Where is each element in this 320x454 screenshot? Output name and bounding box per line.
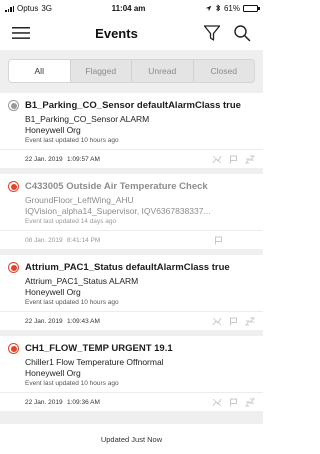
event-description: Chiller1 Flow Temperature Offnormal bbox=[25, 357, 164, 367]
event-actions bbox=[212, 317, 255, 326]
event-time: 8:41:14 PM bbox=[67, 236, 101, 244]
location-arrow-icon bbox=[205, 5, 212, 11]
app-header: Events bbox=[0, 16, 263, 50]
event-footer: 22 Jan. 2019 1:09:43 AM bbox=[0, 311, 263, 330]
bluetooth-icon bbox=[216, 4, 221, 12]
status-right: 61% bbox=[205, 3, 260, 13]
event-status-indicator bbox=[8, 100, 19, 111]
segmented-tabs: All Flagged Unread Closed bbox=[8, 59, 255, 83]
event-card-main: CH1_FLOW_TEMP URGENT 19.1 Chiller1 Flow … bbox=[0, 336, 263, 392]
event-title-row: C433005 Outside Air Temperature Check bbox=[8, 181, 255, 192]
phone-screen: Optus 3G 11:04 am 61% Events All Flagged… bbox=[0, 0, 263, 454]
event-footer: 22 Jan. 2019 1:09:57 AM bbox=[0, 149, 263, 168]
hamburger-menu-icon bbox=[12, 27, 30, 39]
carrier-name: Optus bbox=[17, 3, 39, 13]
event-status-dot bbox=[10, 264, 17, 271]
page-title: Events bbox=[95, 25, 138, 41]
event-last-updated: Event last updated 10 hours ago bbox=[25, 299, 119, 306]
event-body: B1_Parking_CO_Sensor ALARM Honeywell Org… bbox=[8, 114, 255, 145]
event-date: 08 Jan. 2019 bbox=[25, 236, 63, 244]
event-date: 22 Jan. 2019 bbox=[25, 155, 63, 163]
event-description: GroundFloor_LeftWing_AHU bbox=[25, 195, 134, 205]
event-status-dot bbox=[10, 102, 17, 109]
acknowledge-icon[interactable] bbox=[212, 398, 222, 407]
sleep-icon[interactable] bbox=[245, 398, 255, 407]
event-organization: Honeywell Org bbox=[25, 287, 81, 297]
event-last-updated: Event last updated 14 days ago bbox=[25, 218, 117, 225]
flag-icon[interactable] bbox=[229, 317, 238, 326]
status-bar: Optus 3G 11:04 am 61% bbox=[0, 0, 263, 16]
battery-percent: 61% bbox=[223, 3, 240, 13]
event-status-indicator bbox=[8, 262, 19, 273]
header-actions bbox=[199, 20, 255, 46]
filter-button[interactable] bbox=[199, 20, 225, 46]
tab-unread[interactable]: Unread bbox=[132, 60, 194, 82]
tab-bar-container: All Flagged Unread Closed bbox=[0, 50, 263, 93]
event-status-indicator bbox=[8, 181, 19, 192]
status-left: Optus 3G bbox=[5, 4, 52, 13]
acknowledge-icon[interactable] bbox=[212, 155, 222, 164]
flag-icon[interactable] bbox=[229, 155, 238, 164]
event-time: 1:09:57 AM bbox=[67, 155, 100, 163]
event-actions bbox=[214, 236, 223, 245]
event-title: CH1_FLOW_TEMP URGENT 19.1 bbox=[25, 343, 173, 354]
search-icon bbox=[234, 25, 251, 42]
acknowledge-icon[interactable] bbox=[212, 317, 222, 326]
event-status-indicator bbox=[8, 343, 19, 354]
event-time: 1:09:43 AM bbox=[67, 317, 100, 325]
event-card-main: B1_Parking_CO_Sensor defaultAlarmClass t… bbox=[0, 93, 263, 149]
event-organization: Honeywell Org bbox=[25, 125, 81, 135]
event-title-row: Attrium_PAC1_Status defaultAlarmClass tr… bbox=[8, 262, 255, 273]
event-last-updated: Event last updated 10 hours ago bbox=[25, 380, 119, 387]
flag-icon[interactable] bbox=[229, 398, 238, 407]
tab-closed[interactable]: Closed bbox=[194, 60, 255, 82]
event-description: Attrium_PAC1_Status ALARM bbox=[25, 276, 139, 286]
event-body: Attrium_PAC1_Status ALARM Honeywell Org … bbox=[8, 276, 255, 307]
event-actions bbox=[212, 398, 255, 407]
event-status-dot bbox=[10, 183, 17, 190]
refresh-status-bar: Updated Just Now bbox=[0, 424, 263, 454]
event-title: C433005 Outside Air Temperature Check bbox=[25, 181, 208, 192]
refresh-status-text: Updated Just Now bbox=[100, 434, 163, 444]
event-title: Attrium_PAC1_Status defaultAlarmClass tr… bbox=[25, 262, 230, 273]
event-title-row: B1_Parking_CO_Sensor defaultAlarmClass t… bbox=[8, 100, 255, 111]
event-date: 22 Jan. 2019 bbox=[25, 398, 63, 406]
event-date: 22 Jan. 2019 bbox=[25, 317, 63, 325]
sleep-icon[interactable] bbox=[245, 155, 255, 164]
menu-button[interactable] bbox=[8, 20, 34, 46]
event-card[interactable]: CH1_FLOW_TEMP URGENT 19.1 Chiller1 Flow … bbox=[0, 336, 263, 411]
event-list: B1_Parking_CO_Sensor defaultAlarmClass t… bbox=[0, 93, 263, 424]
event-actions bbox=[212, 155, 255, 164]
network-type: 3G bbox=[41, 3, 53, 13]
event-body: Chiller1 Flow Temperature Offnormal Hone… bbox=[8, 357, 255, 388]
event-card[interactable]: B1_Parking_CO_Sensor defaultAlarmClass t… bbox=[0, 93, 263, 168]
event-last-updated: Event last updated 10 hours ago bbox=[25, 137, 119, 144]
event-card-main: Attrium_PAC1_Status defaultAlarmClass tr… bbox=[0, 255, 263, 311]
event-organization: IQVision_alpha14_Supervisor, IQV63678383… bbox=[25, 206, 211, 216]
event-organization: Honeywell Org bbox=[25, 368, 81, 378]
battery-icon bbox=[243, 4, 260, 12]
sleep-icon[interactable] bbox=[245, 317, 255, 326]
event-card[interactable]: Attrium_PAC1_Status defaultAlarmClass tr… bbox=[0, 255, 263, 330]
tab-all[interactable]: All bbox=[9, 60, 71, 82]
signal-strength-icon bbox=[5, 5, 14, 12]
event-footer: 22 Jan. 2019 1:09:36 AM bbox=[0, 392, 263, 411]
event-card[interactable]: C433005 Outside Air Temperature Check Gr… bbox=[0, 174, 263, 249]
event-status-dot bbox=[10, 345, 17, 352]
flag-icon[interactable] bbox=[214, 236, 223, 245]
search-button[interactable] bbox=[229, 20, 255, 46]
event-time: 1:09:36 AM bbox=[67, 398, 100, 406]
tab-flagged[interactable]: Flagged bbox=[71, 60, 132, 82]
event-title-row: CH1_FLOW_TEMP URGENT 19.1 bbox=[8, 343, 255, 354]
event-body: GroundFloor_LeftWing_AHU IQVision_alpha1… bbox=[8, 195, 255, 226]
event-footer: 08 Jan. 2019 8:41:14 PM bbox=[0, 230, 263, 249]
event-description: B1_Parking_CO_Sensor ALARM bbox=[25, 114, 150, 124]
event-card-main: C433005 Outside Air Temperature Check Gr… bbox=[0, 174, 263, 230]
clock: 11:04 am bbox=[111, 3, 146, 13]
filter-funnel-icon bbox=[203, 25, 221, 41]
event-title: B1_Parking_CO_Sensor defaultAlarmClass t… bbox=[25, 100, 241, 111]
